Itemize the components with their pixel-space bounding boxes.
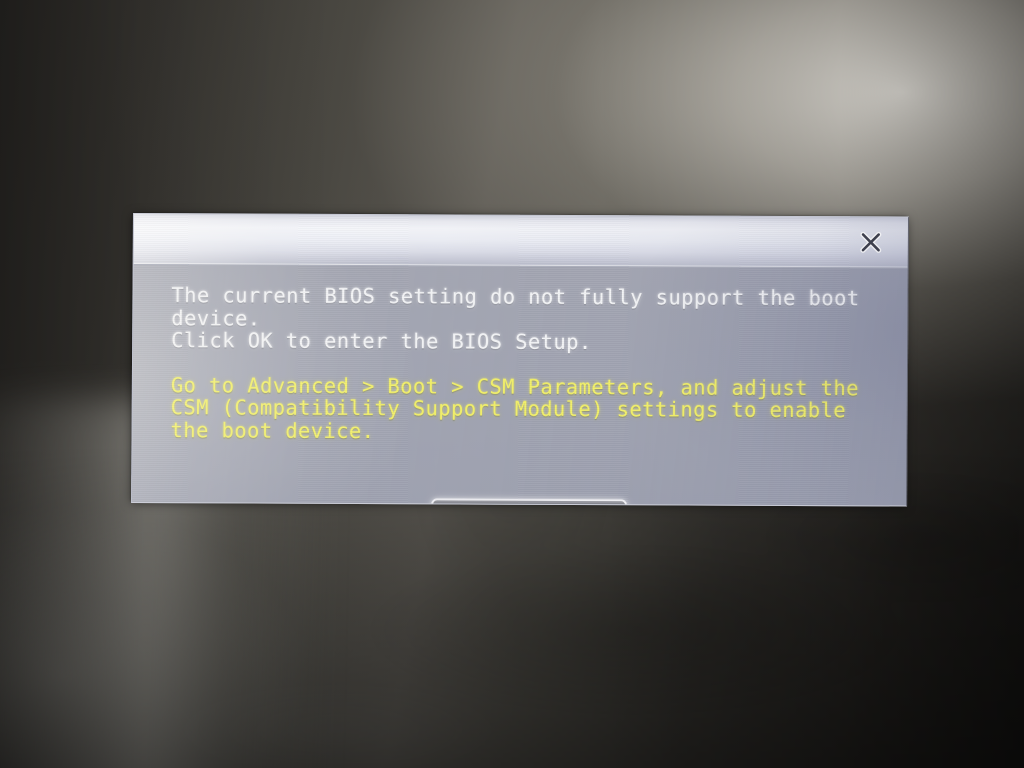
dialog-body: The current BIOS setting do not fully su… (132, 265, 908, 507)
close-icon (860, 231, 882, 253)
close-button[interactable] (854, 225, 888, 259)
message-white-line-3: Click OK to enter the BIOS Setup. (171, 328, 592, 355)
titlebar-sheen (133, 214, 908, 268)
message-white-line-1: The current BIOS setting do not fully su… (171, 283, 860, 311)
message-yellow-line-3: the boot device. (170, 418, 375, 444)
monitor-photo-scene: The current BIOS setting do not fully su… (0, 0, 1024, 768)
dialog-frame: The current BIOS setting do not fully su… (131, 213, 909, 507)
dialog-titlebar[interactable] (133, 214, 908, 269)
bios-warning-dialog: The current BIOS setting do not fully su… (131, 213, 909, 507)
